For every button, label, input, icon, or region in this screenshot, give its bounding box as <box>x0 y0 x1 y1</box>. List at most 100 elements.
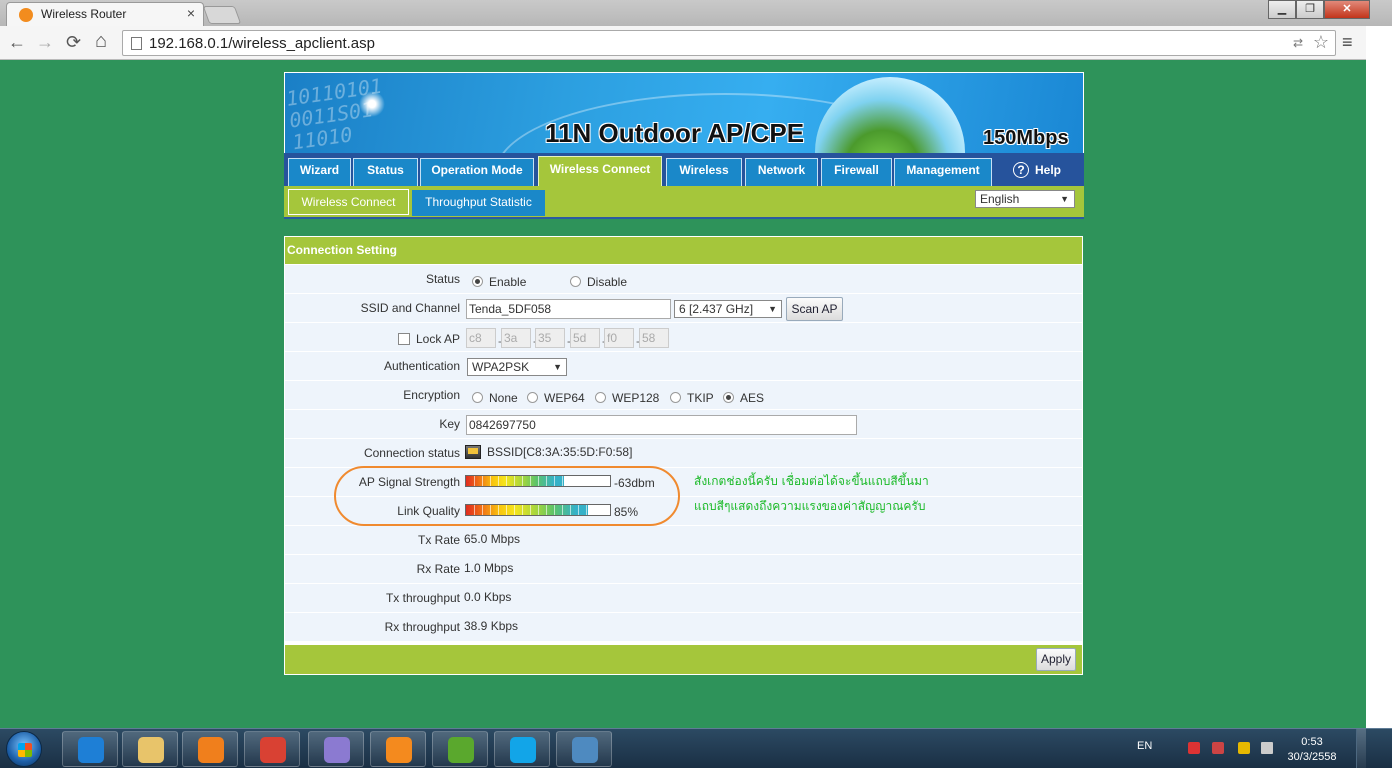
translate-icon[interactable]: ⇄ <box>1293 36 1303 50</box>
home-icon[interactable]: ⌂ <box>95 30 107 53</box>
encryption-none-option[interactable]: None <box>472 391 518 405</box>
chrome-menu-icon[interactable]: ≡ <box>1342 32 1353 53</box>
rx-throughput-row: Rx throughput 38.9 Kbps <box>285 613 1082 642</box>
taskbar-paint-button[interactable] <box>308 731 364 767</box>
help-link[interactable]: ? Help <box>1013 162 1061 178</box>
back-icon[interactable]: ← <box>8 32 26 53</box>
forward-icon[interactable]: → <box>36 32 54 53</box>
address-bar[interactable]: 192.168.0.1/wireless_apclient.asp ⇄ ☆ <box>122 30 1336 56</box>
mac-octet-input[interactable]: 5d <box>570 328 600 348</box>
chevron-down-icon: ▼ <box>1060 194 1069 204</box>
rx-rate-label: Rx Rate <box>416 562 460 576</box>
status-enable-radio[interactable] <box>472 276 483 287</box>
taskbar-media-player-button[interactable] <box>182 731 238 767</box>
new-tab-button[interactable] <box>202 6 242 24</box>
reload-icon[interactable]: ⟳ <box>66 32 81 53</box>
sub-navigation: Wireless Connect Throughput Statistic En… <box>284 186 1084 219</box>
close-window-button[interactable]: ✕ <box>1324 0 1370 19</box>
connection-status-label: Connection status <box>363 446 460 460</box>
tab-operation-mode[interactable]: Operation Mode <box>420 158 534 186</box>
tab-wireless-connect[interactable]: Wireless Connect <box>538 156 662 186</box>
encryption-tkip-radio[interactable] <box>670 392 681 403</box>
taskbar-chrome-button[interactable] <box>244 731 300 767</box>
tab-status[interactable]: Status <box>353 158 418 186</box>
authentication-select[interactable]: WPA2PSK ▼ <box>467 358 567 376</box>
chevron-down-icon: ▼ <box>768 304 777 314</box>
encryption-wep128-option[interactable]: WEP128 <box>595 391 659 405</box>
system-tray: EN 0:53 30/3/2558 <box>1130 729 1360 768</box>
input-language[interactable]: EN <box>1137 740 1152 752</box>
taskbar-uc-browser-button[interactable] <box>370 731 426 767</box>
network-warning-icon[interactable] <box>1238 742 1250 754</box>
show-desktop-button[interactable] <box>1356 729 1366 768</box>
volume-icon[interactable] <box>1261 742 1273 754</box>
status-enable-option[interactable]: Enable <box>472 275 526 289</box>
tab-close-icon[interactable]: × <box>187 5 195 21</box>
mac-octet-input[interactable]: f0 <box>604 328 634 348</box>
authentication-row: Authentication WPA2PSK ▼ <box>285 352 1082 381</box>
tab-management[interactable]: Management <box>894 158 992 186</box>
system-clock[interactable]: 0:53 30/3/2558 <box>1276 735 1348 765</box>
start-button[interactable] <box>6 731 42 767</box>
tab-wireless[interactable]: Wireless <box>666 158 742 186</box>
subtab-throughput-statistic[interactable]: Throughput Statistic <box>412 190 545 216</box>
window-controls: ▁ ❐ ✕ <box>1268 0 1370 20</box>
product-speed: 150Mbps <box>983 127 1069 149</box>
security-icon[interactable] <box>1212 742 1224 754</box>
tab-network[interactable]: Network <box>745 158 818 186</box>
encryption-aes-radio[interactable] <box>723 392 734 403</box>
bookmark-star-icon[interactable]: ☆ <box>1313 32 1329 53</box>
annotation-text-line-1: สังเกตช่องนี้ครับ เชื่อมต่อได้จะขึ้นแถบส… <box>694 474 929 488</box>
windows-taskbar: EN 0:53 30/3/2558 <box>0 728 1392 768</box>
key-input[interactable]: 0842697750 <box>466 415 857 435</box>
tab-firewall[interactable]: Firewall <box>821 158 892 186</box>
connection-setting-panel: Connection Setting Status Enable Disable… <box>284 236 1083 675</box>
encryption-none-radio[interactable] <box>472 392 483 403</box>
status-disable-radio[interactable] <box>570 276 581 287</box>
mac-octet-input[interactable]: 3a <box>501 328 531 348</box>
taskbar-skype-button[interactable] <box>494 731 550 767</box>
language-select[interactable]: English ▼ <box>975 190 1075 208</box>
encryption-aes-option[interactable]: AES <box>723 391 764 405</box>
encryption-wep64-radio[interactable] <box>527 392 538 403</box>
taskbar-internet-explorer-button[interactable] <box>62 731 118 767</box>
lock-ap-checkbox[interactable] <box>397 333 410 345</box>
browser-tab[interactable]: Wireless Router × <box>6 2 204 26</box>
lock-ap-option[interactable]: Lock AP <box>397 332 460 346</box>
language-value: English <box>980 192 1020 206</box>
banner-globe-image <box>815 77 965 156</box>
connection-status-value-group: BSSID[C8:3A:35:5D:F0:58] <box>465 445 632 459</box>
channel-select[interactable]: 6 [2.437 GHz] ▼ <box>674 300 782 318</box>
ssid-label: SSID and Channel <box>360 301 460 315</box>
banner-sparkle <box>359 91 385 117</box>
taskbar-file-explorer-button[interactable] <box>122 731 178 767</box>
scan-ap-button[interactable]: Scan AP <box>786 297 843 321</box>
internet-explorer-icon <box>78 737 104 763</box>
mac-octet-input[interactable]: 58 <box>639 328 669 348</box>
action-center-flag-icon[interactable] <box>1188 742 1200 754</box>
page-icon <box>131 37 142 50</box>
encryption-label: Encryption <box>403 388 460 402</box>
url-text[interactable]: 192.168.0.1/wireless_apclient.asp <box>149 35 375 52</box>
subtab-wireless-connect[interactable]: Wireless Connect <box>288 189 409 215</box>
minimize-button[interactable]: ▁ <box>1268 0 1296 19</box>
status-disable-label: Disable <box>587 275 628 289</box>
encryption-none-label: None <box>489 391 518 405</box>
mac-octet-input[interactable]: 35 <box>535 328 565 348</box>
encryption-tkip-option[interactable]: TKIP <box>670 391 714 405</box>
encryption-wep64-option[interactable]: WEP64 <box>527 391 585 405</box>
apply-button[interactable]: Apply <box>1036 648 1076 671</box>
encryption-wep128-radio[interactable] <box>595 392 606 403</box>
tx-rate-label: Tx Rate <box>417 533 460 547</box>
channel-value: 6 [2.437 GHz] <box>679 302 754 316</box>
uc-browser-icon <box>386 737 412 763</box>
taskbar-utorrent-button[interactable] <box>432 731 488 767</box>
mac-octet-input[interactable]: c8 <box>466 328 496 348</box>
restore-button[interactable]: ❐ <box>1296 0 1324 19</box>
tx-throughput-row: Tx throughput 0.0 Kbps <box>285 584 1082 613</box>
status-disable-option[interactable]: Disable <box>570 275 627 289</box>
tab-wizard[interactable]: Wizard <box>288 158 351 186</box>
ssid-input[interactable]: Tenda_5DF058 <box>466 299 671 319</box>
taskbar-remote-desktop-button[interactable] <box>556 731 612 767</box>
help-icon: ? <box>1013 162 1029 178</box>
